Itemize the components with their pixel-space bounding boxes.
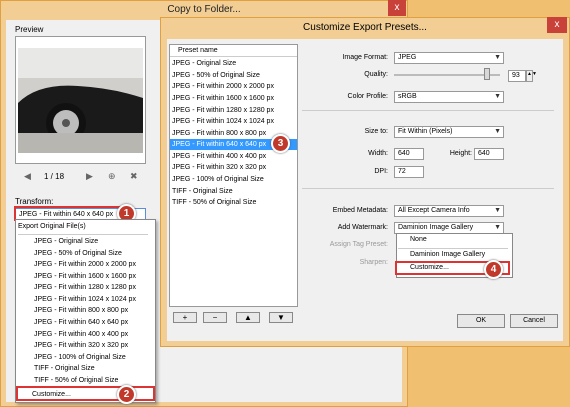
chevron-down-icon: ▼ bbox=[494, 54, 501, 61]
dropdown-item[interactable]: JPEG - Original Size bbox=[34, 236, 98, 247]
quality-input[interactable]: 93 bbox=[508, 70, 526, 82]
width-input[interactable]: 640 bbox=[394, 148, 424, 160]
preset-item[interactable]: JPEG - 100% of Original Size bbox=[172, 174, 264, 185]
cancel-button[interactable]: Cancel bbox=[510, 314, 558, 328]
embed-metadata-label: Embed Metadata: bbox=[332, 207, 388, 214]
preset-item[interactable]: JPEG - Fit within 1024 x 1024 px bbox=[172, 116, 274, 127]
zoom-icon[interactable]: ⊕ bbox=[108, 171, 116, 182]
dpi-input[interactable]: 72 bbox=[394, 166, 424, 178]
preset-item-selected[interactable]: JPEG - Fit within 640 x 640 px bbox=[172, 139, 266, 150]
ok-button[interactable]: OK bbox=[457, 314, 505, 328]
prev-arrow-icon[interactable]: ◀ bbox=[24, 171, 31, 182]
dropdown-item[interactable]: TIFF - Original Size bbox=[34, 363, 95, 374]
add-preset-button[interactable]: + bbox=[173, 312, 197, 323]
dropdown-item[interactable]: JPEG - 50% of Original Size bbox=[34, 248, 122, 259]
transform-label: Transform: bbox=[15, 197, 54, 206]
preset-item[interactable]: JPEG - Fit within 1600 x 1600 px bbox=[172, 93, 274, 104]
height-label: Height: bbox=[449, 150, 472, 157]
watermark-option[interactable]: None bbox=[410, 236, 427, 243]
preset-item[interactable]: TIFF - 50% of Original Size bbox=[172, 197, 256, 208]
chevron-down-icon: ▼ bbox=[494, 128, 501, 135]
preset-item[interactable]: JPEG - Fit within 320 x 320 px bbox=[172, 162, 266, 173]
dropdown-item[interactable]: JPEG - Fit within 800 x 800 px bbox=[34, 305, 128, 316]
color-profile-label: Color Profile: bbox=[347, 93, 388, 100]
dropdown-item[interactable]: JPEG - Fit within 400 x 400 px bbox=[34, 329, 128, 340]
add-watermark-label: Add Watermark: bbox=[337, 224, 388, 231]
image-format-select[interactable]: JPEG ▼ bbox=[394, 52, 504, 64]
close-circle-icon[interactable]: ✖ bbox=[130, 171, 138, 182]
color-profile-select[interactable]: sRGB ▼ bbox=[394, 91, 504, 103]
size-to-label: Size to: bbox=[364, 128, 388, 135]
dropdown-item[interactable]: JPEG - Fit within 1600 x 1600 px bbox=[34, 271, 136, 282]
preview-image bbox=[18, 48, 143, 153]
preset-item[interactable]: JPEG - 50% of Original Size bbox=[172, 70, 260, 81]
dropdown-item[interactable]: JPEG - Fit within 1280 x 1280 px bbox=[34, 282, 136, 293]
dropdown-item[interactable]: JPEG - 100% of Original Size bbox=[34, 352, 126, 363]
preset-item[interactable]: JPEG - Original Size bbox=[172, 58, 236, 69]
divider bbox=[18, 234, 148, 235]
quality-spinner[interactable]: ▲▼ bbox=[526, 70, 537, 82]
move-up-button[interactable]: ▲ bbox=[236, 312, 260, 323]
chevron-down-icon: ▼ bbox=[494, 207, 501, 214]
pager-text: 1 / 18 bbox=[44, 172, 65, 181]
sharpen-label: Sharpen: bbox=[359, 259, 388, 266]
width-label: Width: bbox=[368, 150, 388, 157]
dropdown-item[interactable]: JPEG - Fit within 2000 x 2000 px bbox=[34, 259, 136, 270]
size-to-select[interactable]: Fit Within (Pixels) ▼ bbox=[394, 126, 504, 138]
divider bbox=[302, 110, 554, 111]
chevron-down-icon: ▼ bbox=[494, 93, 501, 100]
dropdown-item[interactable]: JPEG - Fit within 1024 x 1024 px bbox=[34, 294, 136, 305]
color-profile-value: sRGB bbox=[398, 93, 417, 100]
add-watermark-value: Daminion Image Gallery bbox=[398, 224, 474, 231]
close-icon[interactable]: x bbox=[547, 17, 567, 33]
divider bbox=[398, 248, 508, 249]
dropdown-item[interactable]: JPEG - Fit within 640 x 640 px bbox=[34, 317, 128, 328]
watermark-option[interactable]: Daminion Image Gallery bbox=[410, 251, 485, 258]
dialog-title: Customize Export Presets... bbox=[303, 22, 427, 33]
preset-item[interactable]: JPEG - Fit within 2000 x 2000 px bbox=[172, 81, 274, 92]
preview-label: Preview bbox=[15, 25, 44, 34]
divider bbox=[302, 188, 554, 189]
dropdown-item[interactable]: TIFF - 50% of Original Size bbox=[34, 375, 118, 386]
next-arrow-icon[interactable]: ▶ bbox=[86, 171, 93, 182]
height-input[interactable]: 640 bbox=[474, 148, 504, 160]
dropdown-item[interactable]: Export Original File(s) bbox=[18, 221, 86, 232]
assign-tag-label: Assign Tag Preset: bbox=[329, 241, 388, 248]
preset-item[interactable]: JPEG - Fit within 400 x 400 px bbox=[172, 151, 266, 162]
chevron-down-icon: ▼ bbox=[494, 224, 501, 231]
quality-slider-thumb[interactable] bbox=[484, 68, 490, 80]
step-badge-4: 4 bbox=[484, 260, 503, 279]
image-format-value: JPEG bbox=[398, 54, 417, 61]
dropdown-item[interactable]: JPEG - Fit within 320 x 320 px bbox=[34, 340, 128, 351]
step-badge-3: 3 bbox=[271, 134, 290, 153]
move-down-button[interactable]: ▼ bbox=[269, 312, 293, 323]
preset-item[interactable]: JPEG - Fit within 800 x 800 px bbox=[172, 128, 266, 139]
close-icon[interactable]: x bbox=[388, 0, 406, 16]
image-format-label: Image Format: bbox=[342, 54, 388, 61]
preset-item[interactable]: JPEG - Fit within 1280 x 1280 px bbox=[172, 105, 274, 116]
size-to-value: Fit Within (Pixels) bbox=[398, 128, 453, 135]
quality-label: Quality: bbox=[364, 71, 388, 78]
preset-item[interactable]: TIFF - Original Size bbox=[172, 186, 233, 197]
embed-metadata-select[interactable]: All Except Camera Info ▼ bbox=[394, 205, 504, 217]
dpi-label: DPI: bbox=[374, 168, 388, 175]
remove-preset-button[interactable]: − bbox=[203, 312, 227, 323]
embed-metadata-value: All Except Camera Info bbox=[398, 207, 470, 214]
preset-header: Preset name bbox=[170, 45, 297, 57]
step-badge-2: 2 bbox=[117, 385, 136, 404]
